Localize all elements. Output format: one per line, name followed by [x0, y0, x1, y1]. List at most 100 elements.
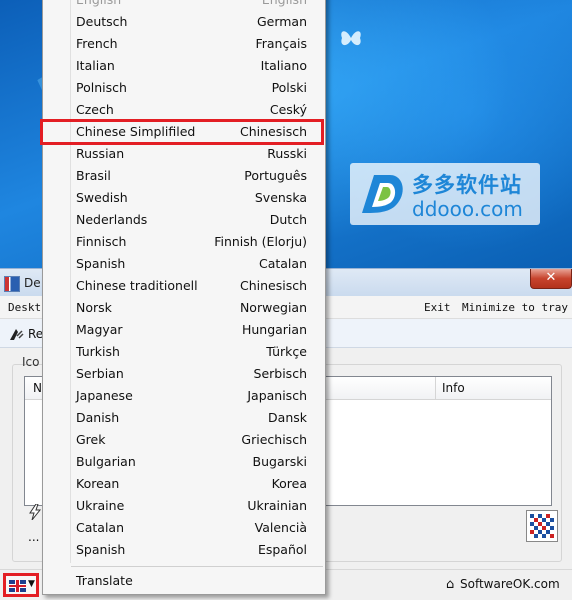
language-native-name: Korea [271, 476, 307, 491]
menu-item-translate-label: Translate [76, 573, 133, 588]
language-native-name: Ukrainian [247, 498, 307, 513]
menu-item-language[interactable]: Brasil Português [43, 165, 325, 187]
site-watermark-logo: 多多软件站 ddooo.com [350, 163, 540, 225]
language-menu: Translate English English Deutsch German Fre… [42, 0, 326, 595]
language-name: French [76, 36, 118, 51]
language-name: Polnisch [76, 80, 127, 95]
menu-item-language[interactable]: Ukraine Ukrainian [43, 495, 325, 517]
menu-item-language[interactable]: Nederlands Dutch [43, 209, 325, 231]
home-icon: ⌂ [446, 577, 455, 592]
language-name: Czech [76, 102, 114, 117]
menu-item-language[interactable]: Norsk Norwegian [43, 297, 325, 319]
menu-item-language[interactable]: Danish Dansk [43, 407, 325, 429]
language-name: Nederlands [76, 212, 148, 227]
menu-item-language[interactable]: Catalan Valencià [43, 517, 325, 539]
language-native-name: German [256, 14, 307, 29]
column-header-info[interactable]: Info [442, 381, 465, 395]
menu-separator [71, 566, 323, 567]
language-native-name: English [262, 0, 307, 7]
menu-exit[interactable]: Exit [424, 301, 451, 314]
ellipsis-button[interactable]: ... [28, 530, 39, 544]
language-native-name: Dansk [268, 410, 307, 425]
language-name: Chinese Simplifiled [76, 124, 196, 139]
menu-item-language[interactable]: Spanish Español [43, 539, 325, 561]
menu-item-language[interactable]: Spanish Catalan [43, 253, 325, 275]
language-native-name: Hungarian [241, 322, 307, 337]
language-native-name: Japanisch [247, 388, 307, 403]
menu-item-language[interactable]: Deutsch German [43, 11, 325, 33]
site-logo-domain: ddooo.com [412, 197, 523, 221]
menu-item-language[interactable]: Magyar Hungarian [43, 319, 325, 341]
language-native-name: Türkçe [266, 344, 307, 359]
language-name: English [76, 0, 121, 7]
uk-flag-cross-v [16, 580, 19, 592]
language-native-name: Ceský [269, 102, 307, 117]
butterfly-icon [341, 31, 361, 46]
menu-item-language[interactable]: Grek Griechisch [43, 429, 325, 451]
menu-item-language[interactable]: Bulgarian Bugarski [43, 451, 325, 473]
language-name: Swedish [76, 190, 128, 205]
language-native-name: Dutch [269, 212, 307, 227]
menu-item-language[interactable]: Chinese traditionell Chinesisch [43, 275, 325, 297]
language-name: Spanish [76, 256, 126, 271]
refresh-tool-icon[interactable] [8, 327, 24, 341]
site-logo-chinese: 多多软件站 [412, 173, 522, 197]
language-name: Ukraine [76, 498, 125, 513]
menu-item-language[interactable]: Turkish Türkçe [43, 341, 325, 363]
menu-item-language[interactable]: French Français [43, 33, 325, 55]
language-name: Finnisch [76, 234, 127, 249]
language-name: Chinese traditionell [76, 278, 198, 293]
toolbar-button-label[interactable]: Re [28, 327, 43, 341]
language-native-name: Bugarski [252, 454, 307, 469]
menu-item-language[interactable]: Chinese Simplifiled Chinesisch [43, 121, 325, 143]
language-native-name: Valencià [254, 520, 307, 535]
language-name: Norsk [76, 300, 112, 315]
menu-item-language[interactable]: Russian Russki [43, 143, 325, 165]
language-name: Spanish [76, 542, 126, 557]
language-name: Bulgarian [76, 454, 136, 469]
language-dropdown-button[interactable]: ▼ [3, 573, 39, 597]
language-native-name: Italiano [260, 58, 307, 73]
menu-item-language[interactable]: Finnisch Finnish (Elorju) [43, 231, 325, 253]
menu-item-language[interactable]: Swedish Svenska [43, 187, 325, 209]
language-name: Deutsch [76, 14, 128, 29]
language-native-name: Português [244, 168, 307, 183]
softwareok-link[interactable]: ⌂ SoftwareOK.com [446, 577, 560, 592]
close-button[interactable]: ✕ [530, 269, 572, 289]
app-icon [4, 276, 20, 292]
menu-item-language[interactable]: Italian Italiano [43, 55, 325, 77]
language-native-name: Serbisch [253, 366, 307, 381]
lightning-icon[interactable] [28, 504, 42, 520]
language-name: Italian [76, 58, 115, 73]
language-native-name: Russki [267, 146, 307, 161]
language-native-name: Catalan [258, 256, 307, 271]
language-native-name: Svenska [254, 190, 307, 205]
language-native-name: Griechisch [241, 432, 307, 447]
language-native-name: Chinesisch [239, 124, 307, 139]
column-separator[interactable] [435, 377, 436, 399]
window-title: De [24, 276, 41, 290]
chevron-down-icon: ▼ [28, 579, 35, 589]
language-native-name: Norwegian [239, 300, 307, 315]
menu-item-language[interactable]: Japanese Japanisch [43, 385, 325, 407]
menu-item-language[interactable]: English English [43, 0, 325, 11]
menu-minimize-to-tray[interactable]: Minimize to tray [462, 301, 568, 314]
language-native-name: Finnish (Elorju) [214, 234, 307, 249]
pattern-grid-icon[interactable] [526, 510, 558, 542]
language-native-name: Français [255, 36, 307, 51]
menu-desktop[interactable]: Deskt [8, 301, 41, 314]
language-name: Korean [76, 476, 120, 491]
language-name: Magyar [76, 322, 123, 337]
icons-group-label: Ico [22, 355, 40, 369]
menu-item-language[interactable]: Serbian Serbisch [43, 363, 325, 385]
menu-item-language[interactable]: Polnisch Polski [43, 77, 325, 99]
menu-item-language[interactable]: Czech Ceský [43, 99, 325, 121]
language-name: Russian [76, 146, 125, 161]
language-name: Grek [76, 432, 106, 447]
menu-item-language[interactable]: Korean Korea [43, 473, 325, 495]
column-header-name[interactable]: N [33, 381, 42, 395]
menu-item-translate[interactable]: Translate [43, 570, 325, 592]
language-name: Danish [76, 410, 120, 425]
language-native-name: Chinesisch [239, 278, 307, 293]
softwareok-label: SoftwareOK.com [460, 577, 560, 591]
